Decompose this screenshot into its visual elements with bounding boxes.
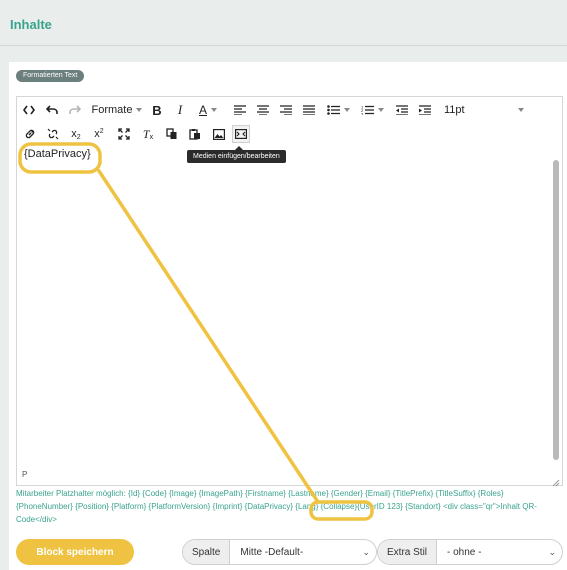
annotation-overlay	[18, 142, 374, 521]
annotation-circle-editor	[18, 142, 102, 174]
annotation-connector-line	[97, 169, 320, 504]
annotation-circle-hint	[309, 500, 374, 521]
